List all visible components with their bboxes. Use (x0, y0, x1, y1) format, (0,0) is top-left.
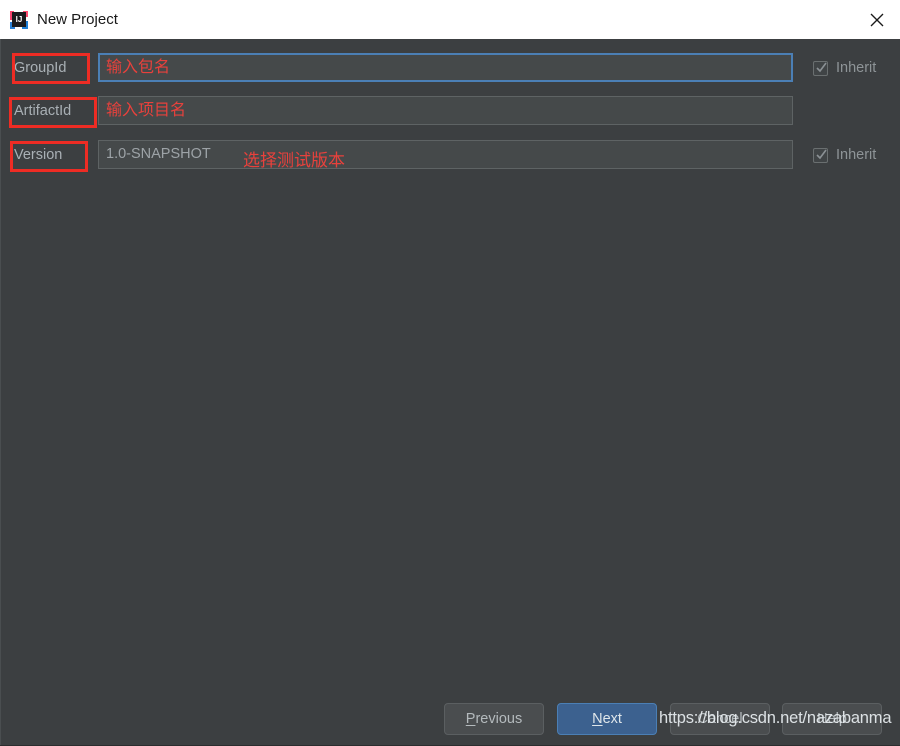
form-row-version: Version 1.0-SNAPSHOT Inherit (0, 140, 900, 170)
app-icon-letters: IJ (15, 14, 23, 24)
groupid-inherit-checkbox[interactable] (813, 60, 828, 76)
version-inherit-checkbox[interactable] (813, 147, 828, 163)
watermark-text: https://blog.csdn.net/nazabanma (659, 709, 892, 727)
version-input[interactable]: 1.0-SNAPSHOT (98, 140, 793, 169)
check-icon (816, 60, 827, 72)
artifactid-label: ArtifactId (14, 103, 72, 119)
groupid-placeholder: 输入包名 (106, 59, 171, 76)
version-inherit-group[interactable]: Inherit (813, 140, 876, 170)
artifactid-input[interactable]: 输入项目名 (98, 96, 793, 125)
groupid-input[interactable]: 输入包名 (98, 53, 793, 82)
version-label: Version (14, 147, 63, 163)
next-button-label: Next (592, 711, 622, 727)
groupid-inherit-label: Inherit (836, 60, 877, 76)
title-bar: IJ New Project (0, 0, 900, 39)
form-row-artifactid: ArtifactId 输入项目名 (0, 96, 900, 126)
close-icon[interactable] (854, 0, 900, 39)
annotation-text-version: 选择测试版本 (243, 151, 345, 170)
form-row-groupid: GroupId 输入包名 Inherit (0, 53, 900, 83)
check-icon (816, 147, 827, 159)
artifactid-placeholder: 输入项目名 (106, 102, 187, 119)
version-value: 1.0-SNAPSHOT (106, 146, 211, 162)
groupid-inherit-group[interactable]: Inherit (813, 53, 876, 83)
previous-button-label: Previous (465, 711, 523, 727)
next-button[interactable]: Next (557, 703, 657, 735)
intellij-idea-icon: IJ (10, 10, 28, 29)
previous-button[interactable]: Previous (444, 703, 544, 735)
window-title: New Project (37, 11, 118, 28)
version-inherit-label: Inherit (836, 147, 877, 163)
new-project-dialog: IJ New Project GroupId 输入包名 Inherit Arti… (0, 0, 900, 746)
groupid-label: GroupId (14, 60, 67, 76)
